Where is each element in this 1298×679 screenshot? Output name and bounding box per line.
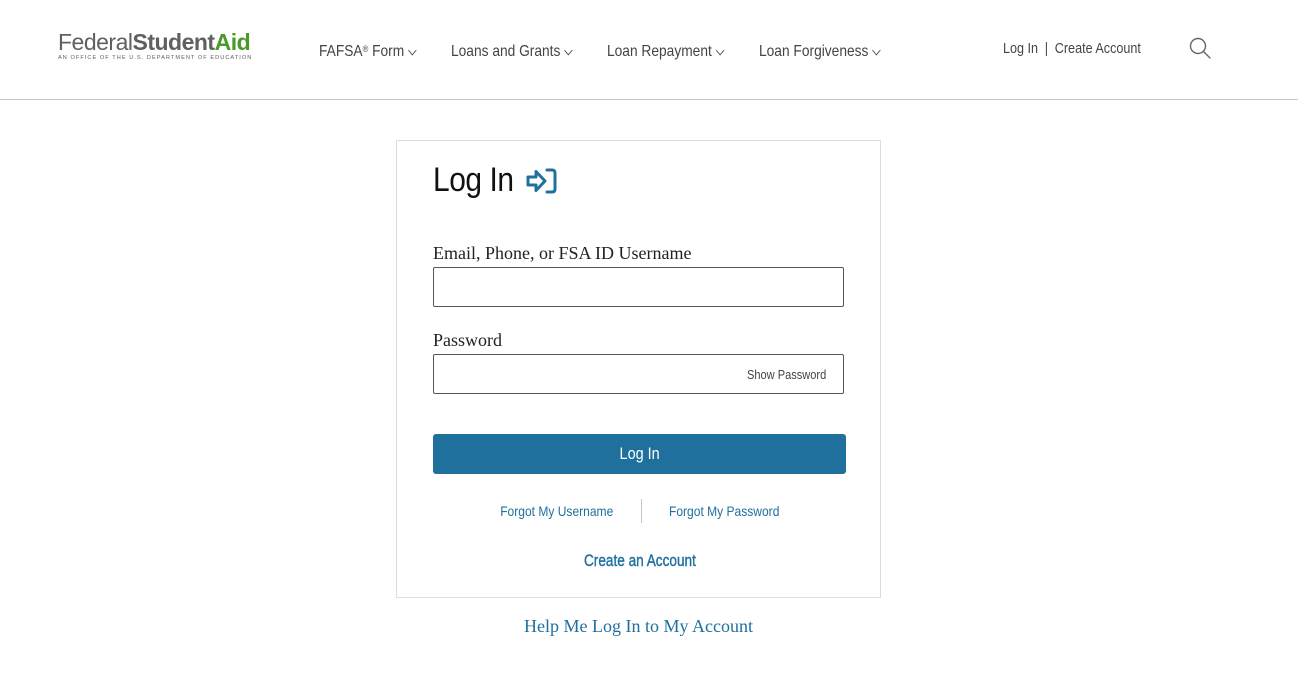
nav-label-suffix: Form: [368, 43, 405, 60]
nav-item-loans-and-grants[interactable]: Loans and Grants: [451, 40, 585, 64]
page-title: Log In: [433, 161, 514, 199]
registered-mark: ®: [362, 44, 369, 54]
search-icon[interactable]: [1188, 36, 1212, 60]
username-label: Email, Phone, or FSA ID Username: [433, 243, 692, 263]
login-submit-button[interactable]: Log In: [433, 434, 846, 474]
chevron-down-icon: [715, 45, 725, 55]
utility-separator: |: [1044, 40, 1049, 57]
forgot-links: Forgot My Username Forgot My Password: [397, 499, 882, 523]
nav-item-loan-forgiveness[interactable]: Loan Forgiveness: [759, 40, 888, 64]
header-login-link[interactable]: Log In: [1003, 40, 1038, 57]
utility-nav: Log In | Create Account: [1003, 40, 1141, 57]
main-nav: FAFSA ® Form Loans and Grants Loan Repaym…: [319, 40, 909, 64]
header-create-account-link[interactable]: Create Account: [1055, 40, 1141, 57]
login-card: Log In Email, Phone, or FSA ID Username …: [396, 140, 881, 598]
create-account-label: Create an Account: [583, 551, 696, 570]
forgot-username-link[interactable]: Forgot My Username: [500, 503, 613, 519]
nav-item-fafsa-form[interactable]: FAFSA ® Form: [319, 40, 420, 64]
sign-in-arrow-icon: [526, 168, 557, 194]
nav-label: Loan Repayment: [607, 43, 712, 60]
site-header: FederalStudentAid An Office of the U.S. …: [0, 0, 1298, 100]
logo-wordmark: FederalStudentAid: [58, 30, 262, 54]
logo-word-aid: Aid: [214, 29, 251, 55]
logo-tagline: An Office of the U.S. Department of Educ…: [58, 55, 253, 61]
forgot-password-link[interactable]: Forgot My Password: [669, 503, 779, 519]
divider: [640, 499, 642, 523]
create-account-link[interactable]: Create an Account: [397, 551, 882, 571]
password-label: Password: [433, 330, 503, 350]
username-input[interactable]: [433, 267, 844, 307]
nav-item-loan-repayment[interactable]: Loan Repayment: [607, 40, 738, 64]
federal-student-aid-logo[interactable]: FederalStudentAid An Office of the U.S. …: [58, 30, 262, 64]
help-login-link[interactable]: Help Me Log In to My Account: [396, 616, 881, 637]
nav-label: Loans and Grants: [451, 43, 561, 60]
logo-word-student: Student: [132, 29, 215, 55]
login-title-row: Log In: [433, 161, 525, 200]
nav-label: Loan Forgiveness: [759, 43, 869, 60]
chevron-down-icon: [872, 45, 881, 55]
login-submit-label: Log In: [619, 444, 660, 463]
show-password-toggle[interactable]: Show Password: [747, 367, 826, 382]
nav-label: FAFSA: [319, 43, 363, 60]
chevron-down-icon: [564, 45, 573, 55]
logo-word-federal: Federal: [58, 29, 133, 55]
chevron-down-icon: [408, 45, 417, 55]
